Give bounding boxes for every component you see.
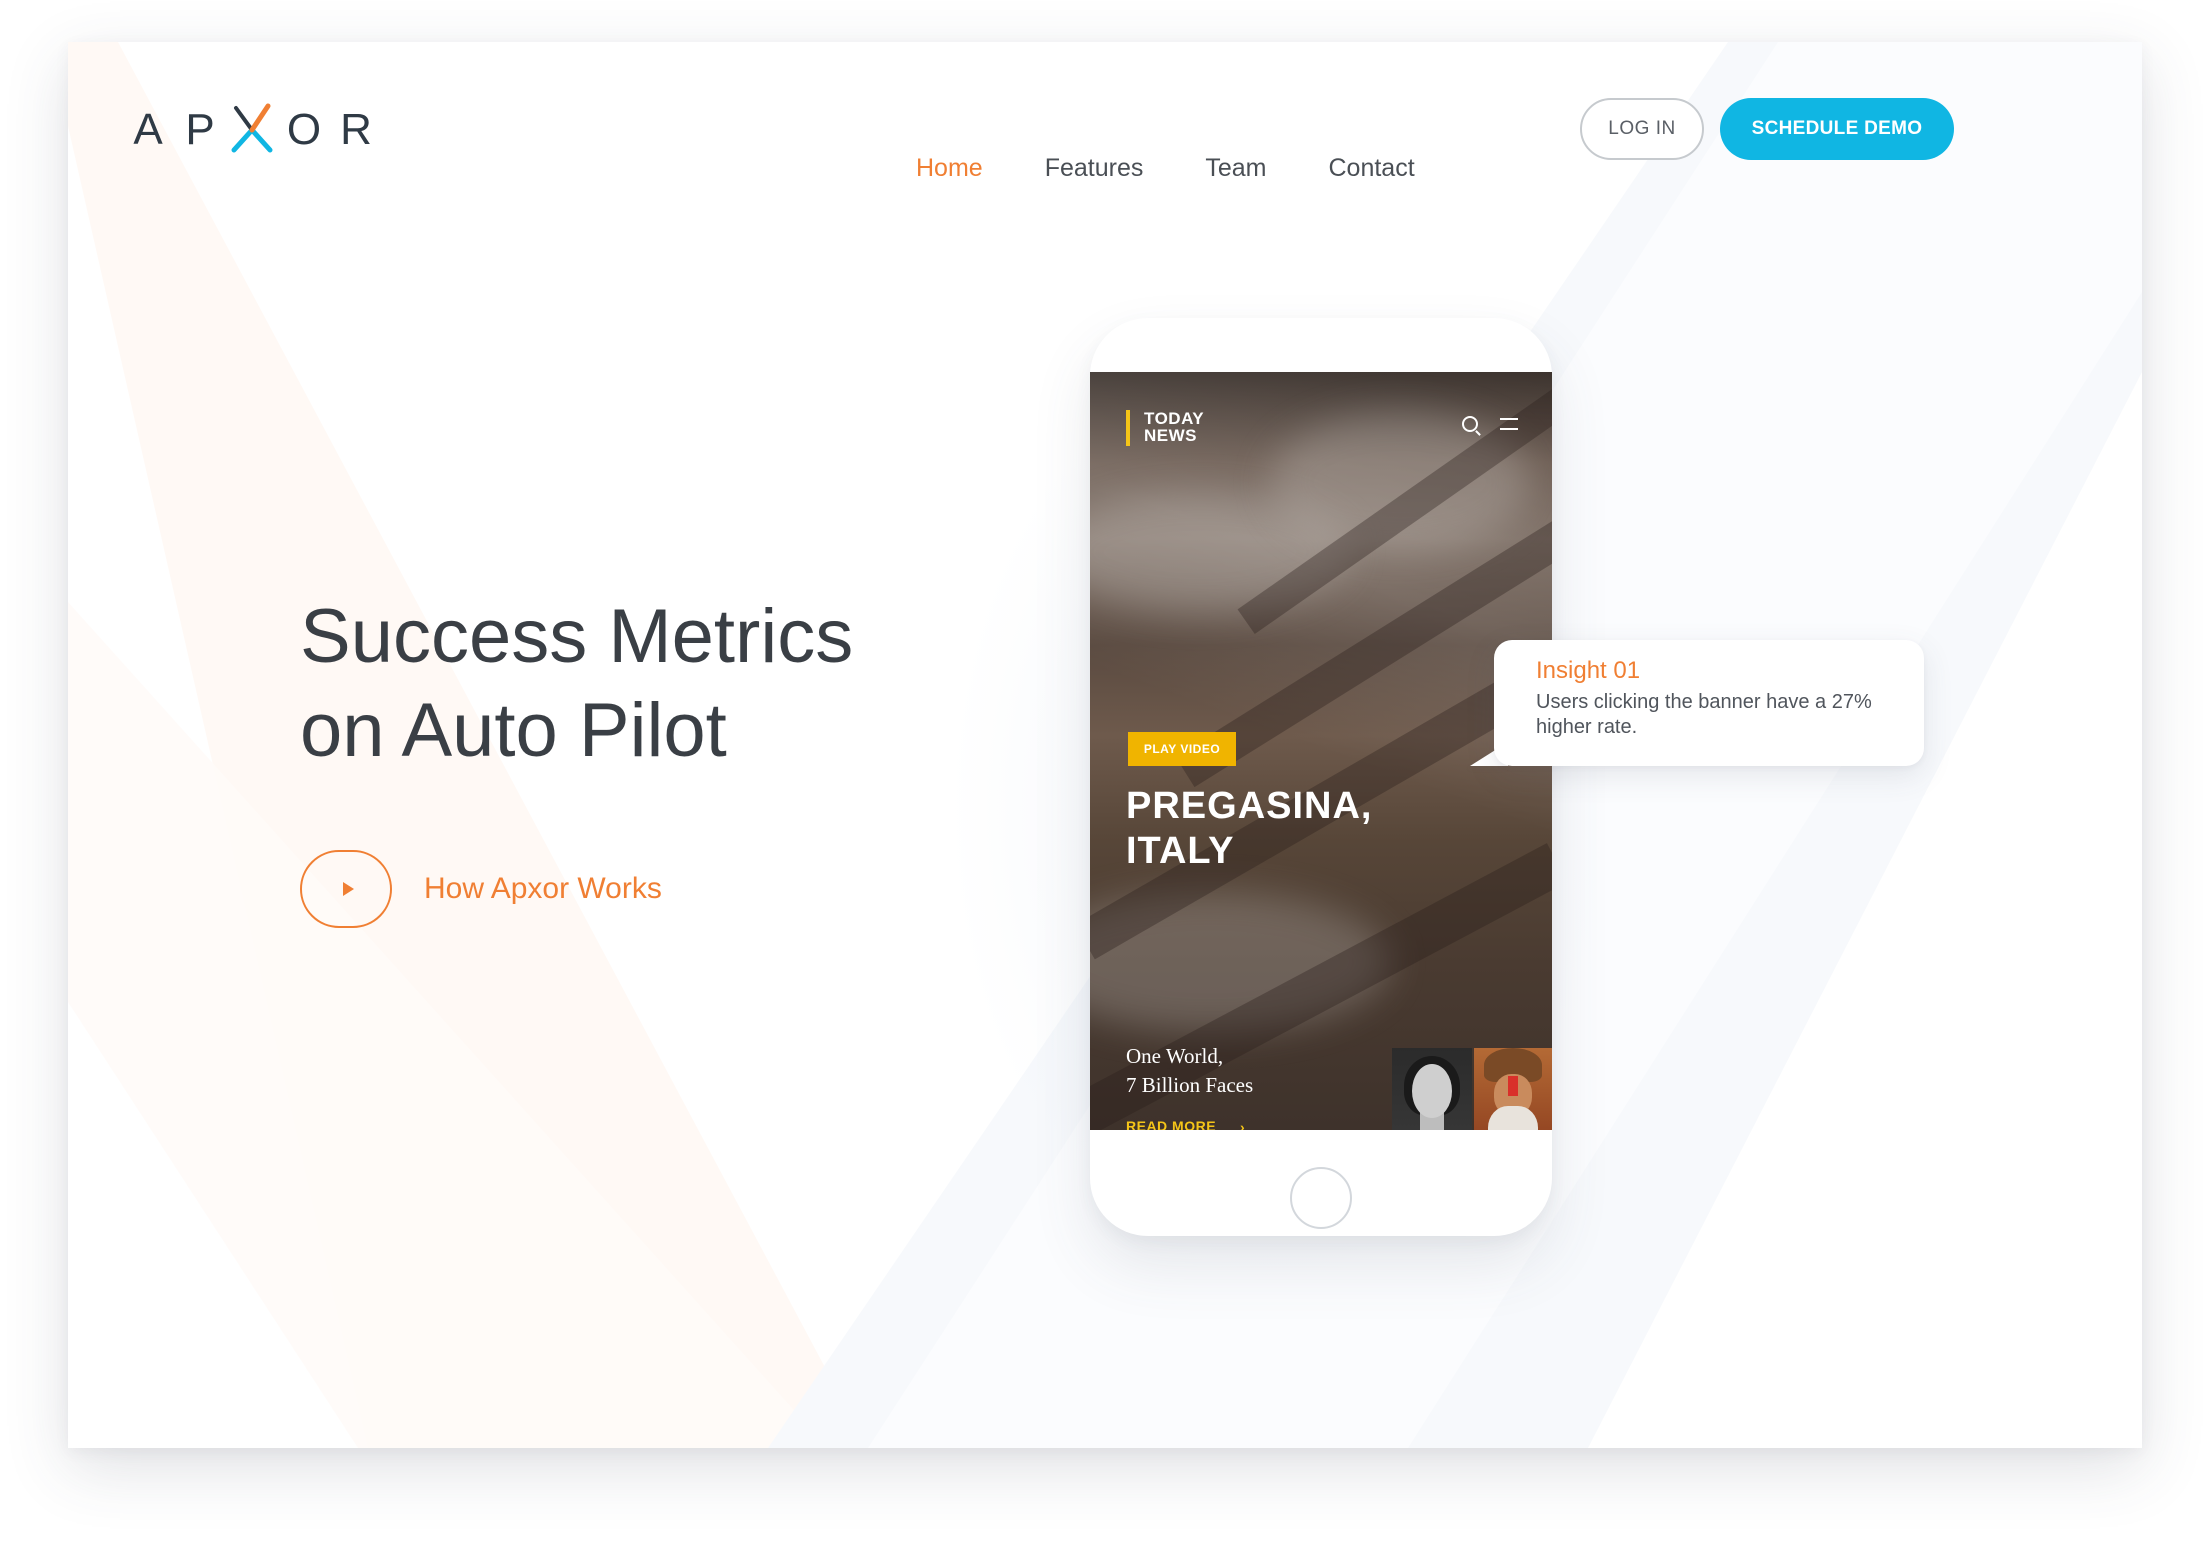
logo-letter: O bbox=[286, 105, 322, 154]
logo-letter: R bbox=[340, 105, 372, 154]
hero-title-line1: Success Metrics bbox=[300, 594, 854, 679]
headline-line2: ITALY bbox=[1126, 830, 1235, 872]
portrait-thumbnail-sadhu[interactable] bbox=[1474, 1048, 1552, 1130]
schedule-demo-button[interactable]: SCHEDULE DEMO bbox=[1720, 98, 1954, 160]
chevron-right-icon: › bbox=[1240, 1119, 1245, 1130]
logo-letter: P bbox=[185, 105, 215, 154]
nav-home[interactable]: Home bbox=[916, 150, 983, 186]
article-subhead: One World, 7 Billion Faces bbox=[1126, 1042, 1366, 1100]
portrait-face bbox=[1412, 1064, 1452, 1118]
main-nav: Home Features Team Contact bbox=[916, 150, 1477, 186]
nav-contact[interactable]: Contact bbox=[1329, 150, 1415, 186]
x-mark-icon bbox=[226, 102, 278, 158]
play-icon bbox=[342, 882, 354, 896]
portrait-thumbnail-woman[interactable] bbox=[1392, 1048, 1472, 1130]
play-video-tag[interactable]: PLAY VIDEO bbox=[1128, 732, 1236, 766]
app-logo-bar bbox=[1126, 410, 1130, 446]
phone-home-button bbox=[1290, 1167, 1352, 1229]
play-video-button[interactable] bbox=[300, 850, 392, 928]
login-button[interactable]: LOG IN bbox=[1580, 98, 1704, 160]
headline-line1: PREGASINA, bbox=[1126, 785, 1373, 827]
subhead-line1: One World, bbox=[1126, 1044, 1224, 1068]
menu-icon[interactable] bbox=[1500, 418, 1518, 430]
search-icon[interactable] bbox=[1462, 416, 1478, 432]
article-headline: PREGASINA, ITALY bbox=[1126, 784, 1526, 874]
app-name-line2: NEWS bbox=[1144, 426, 1197, 445]
read-more-link[interactable]: READ MORE bbox=[1126, 1118, 1216, 1130]
how-apxor-works-link[interactable]: How Apxor Works bbox=[424, 871, 662, 907]
nav-team[interactable]: Team bbox=[1205, 150, 1266, 186]
portrait-face-paint bbox=[1508, 1076, 1518, 1096]
insight-body: Users clicking the banner have a 27% hig… bbox=[1536, 691, 1872, 738]
app-logo-text: TODAY NEWS bbox=[1144, 410, 1244, 444]
portrait-beard bbox=[1488, 1106, 1538, 1130]
logo-letter: A bbox=[133, 105, 163, 154]
insight-title: Insight 01 bbox=[1536, 657, 1641, 684]
subhead-line2: 7 Billion Faces bbox=[1126, 1073, 1254, 1097]
nav-features[interactable]: Features bbox=[1045, 150, 1144, 186]
hero-title: Success Metrics on Auto Pilot bbox=[300, 590, 1000, 778]
apxor-logo[interactable]: A P O R bbox=[122, 102, 382, 158]
hero-title-line2: on Auto Pilot bbox=[300, 688, 727, 773]
